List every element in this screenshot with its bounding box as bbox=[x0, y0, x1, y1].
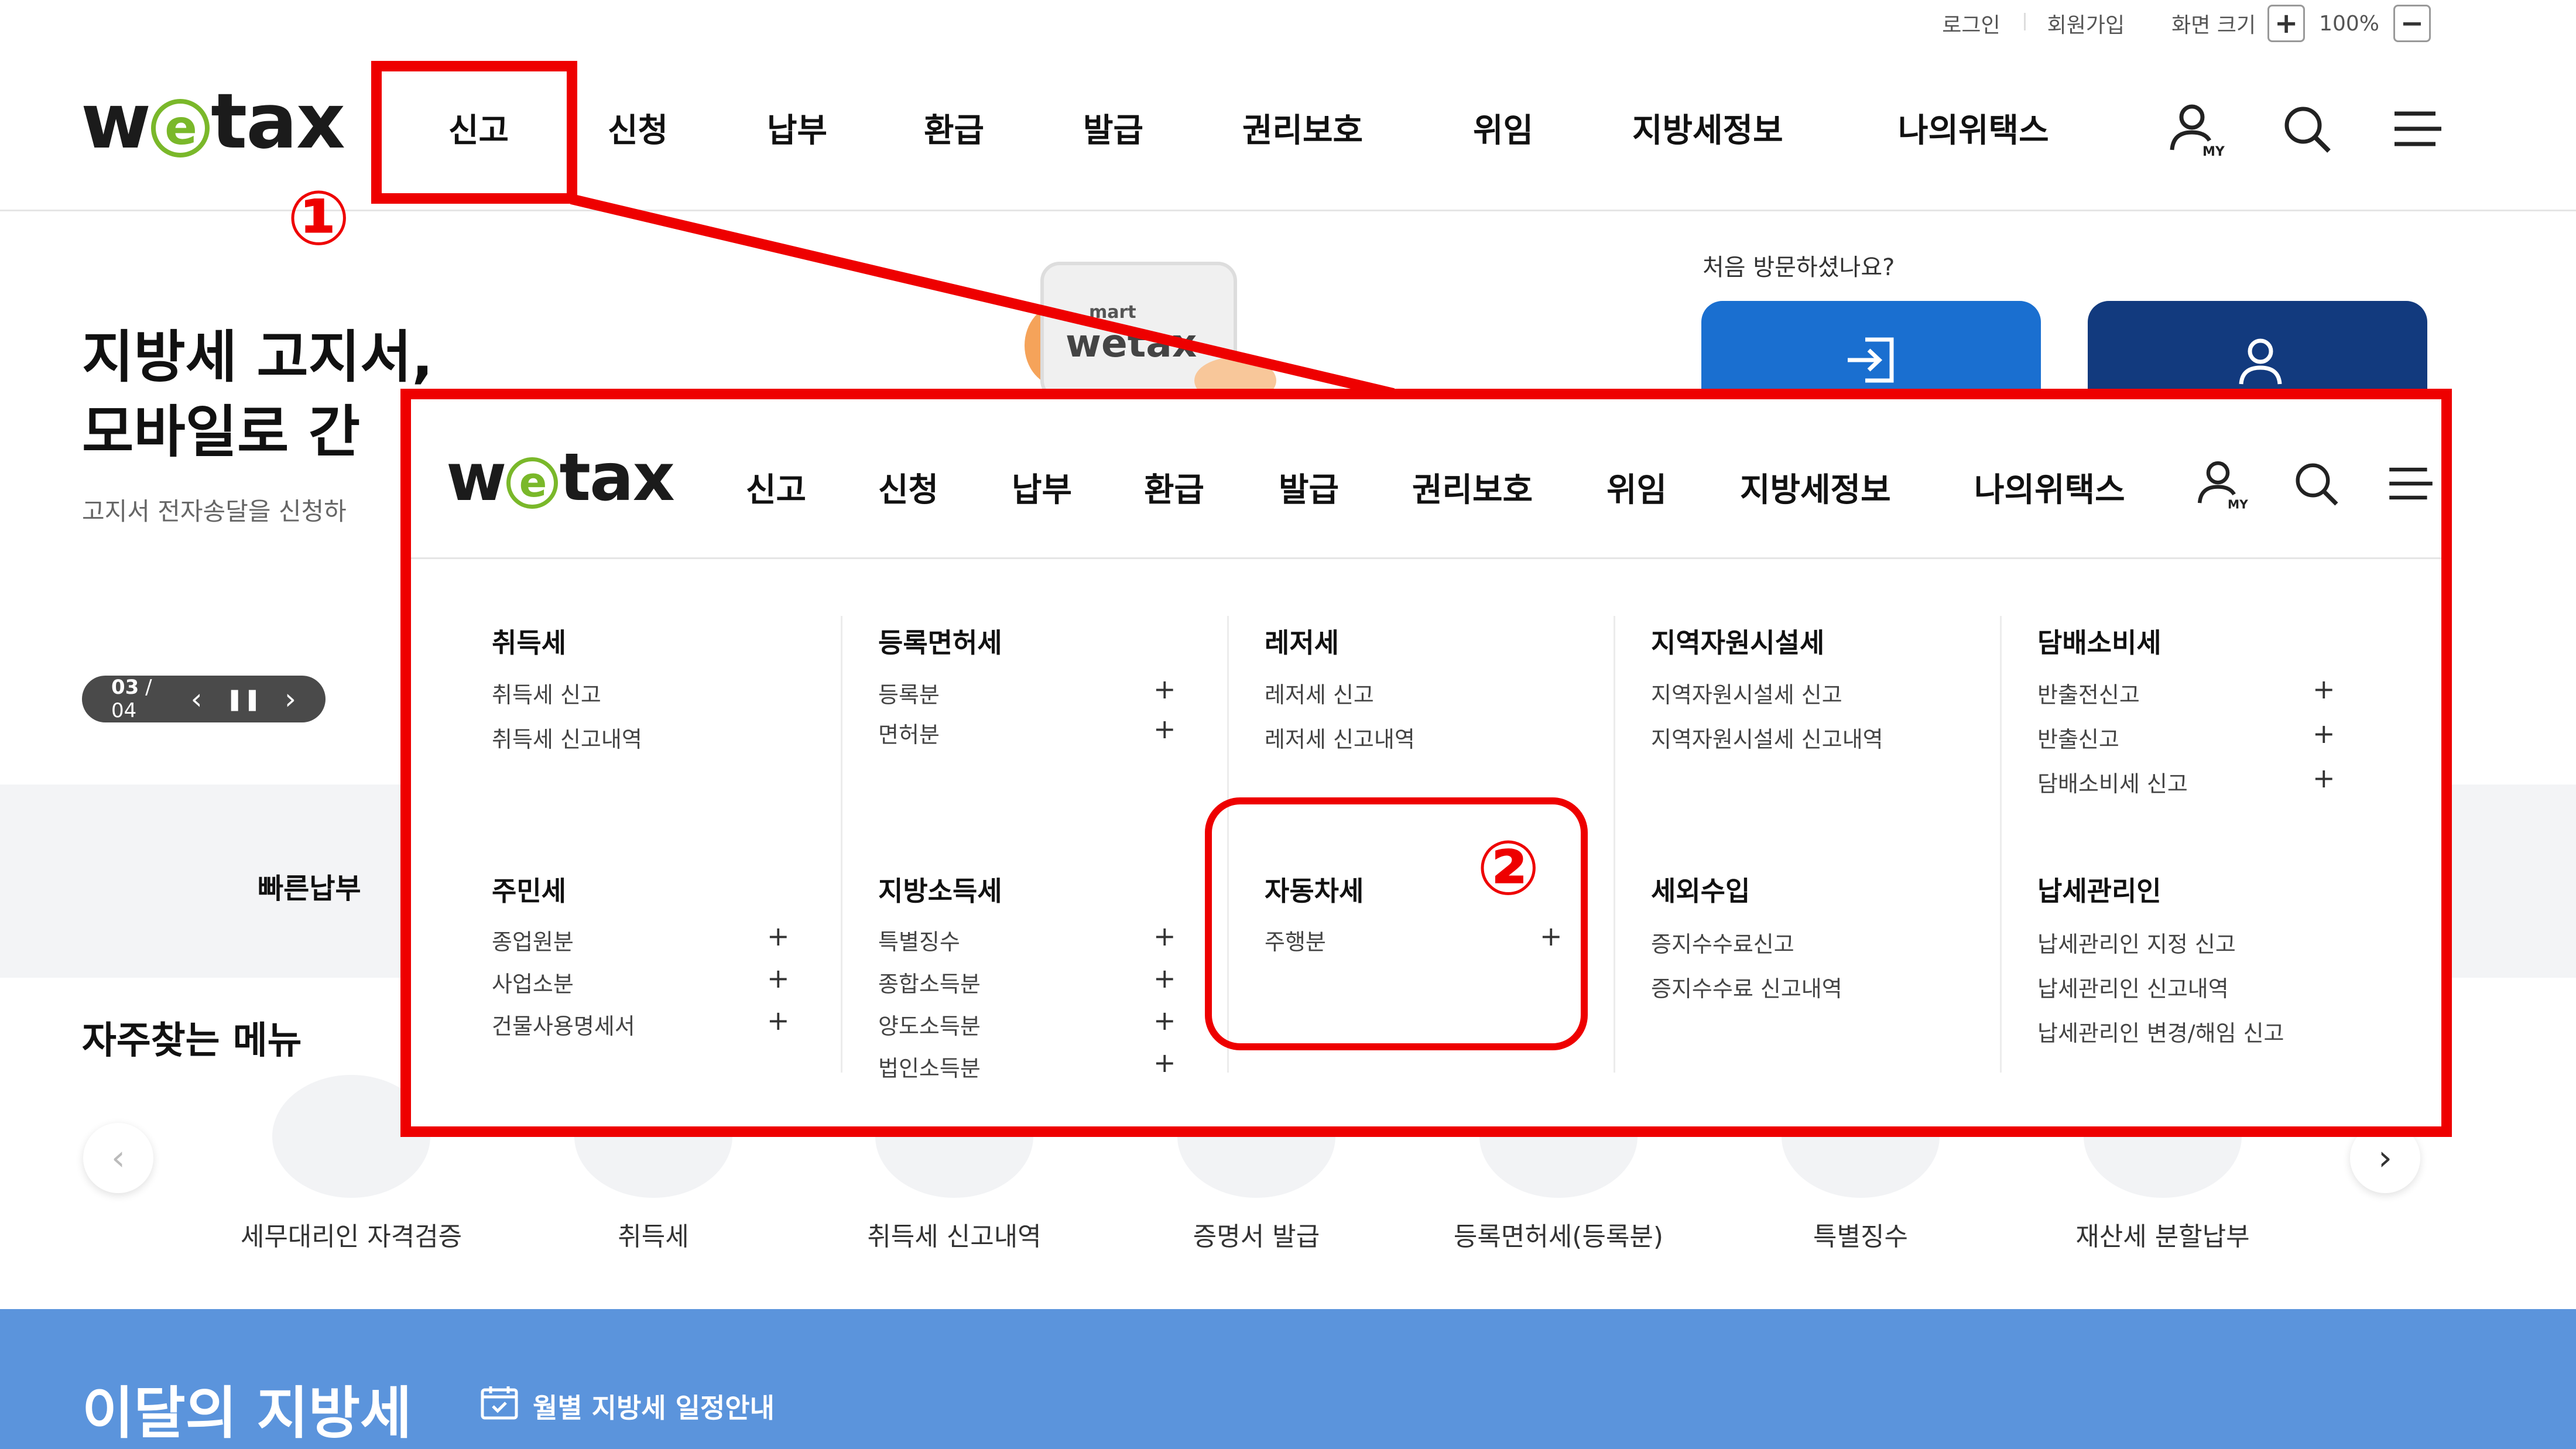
menu-item[interactable]: 취득세 신고 bbox=[492, 677, 601, 709]
column-divider bbox=[1614, 616, 1615, 1073]
menu-item[interactable]: 납세관리인 신고내역 bbox=[2037, 971, 2229, 1003]
menu-item[interactable]: 담배소비세 신고 bbox=[2037, 766, 2188, 798]
popup-nav-issue[interactable]: 발급 bbox=[1279, 464, 1339, 511]
menu-item[interactable]: 증지수수료 신고내역 bbox=[1651, 971, 1842, 1003]
expand-plus-icon[interactable]: + bbox=[1153, 713, 1176, 745]
group-title-registration-license-tax[interactable]: 등록면허세 bbox=[878, 622, 1002, 660]
column-divider bbox=[841, 616, 842, 1073]
menu-item[interactable]: 반출신고 bbox=[2037, 721, 2119, 753]
menu-item[interactable]: 면허분 bbox=[878, 717, 940, 749]
expand-plus-icon[interactable]: + bbox=[2313, 718, 2335, 749]
menu-item[interactable]: 양도소득분 bbox=[878, 1008, 981, 1040]
popup-nav-delegation[interactable]: 위임 bbox=[1606, 464, 1667, 511]
group-title-regional-resource-tax[interactable]: 지역자원시설세 bbox=[1651, 622, 1824, 660]
menu-item[interactable]: 특별징수 bbox=[878, 924, 960, 956]
annotation-box-report bbox=[371, 61, 577, 204]
menu-item[interactable]: 종업원분 bbox=[492, 924, 574, 956]
menu-item[interactable]: 증지수수료신고 bbox=[1651, 926, 1794, 958]
svg-text:MY: MY bbox=[2228, 497, 2248, 511]
menu-item[interactable]: 레저세 신고내역 bbox=[1265, 721, 1415, 753]
menu-item[interactable]: 지역자원시설세 신고내역 bbox=[1651, 721, 1883, 753]
group-title-tax-administrator[interactable]: 납세관리인 bbox=[2037, 870, 2161, 909]
group-title-non-tax-revenue[interactable]: 세외수입 bbox=[1651, 870, 1750, 909]
popup-nav-pay[interactable]: 납부 bbox=[1012, 464, 1072, 511]
popup-wetax-logo[interactable]: w e tax bbox=[446, 445, 675, 511]
expand-plus-icon[interactable]: + bbox=[1153, 673, 1176, 705]
menu-item[interactable]: 종합소득분 bbox=[878, 966, 981, 998]
popup-nav-local-tax-info[interactable]: 지방세정보 bbox=[1740, 464, 1891, 511]
popup-nav-rights[interactable]: 권리보호 bbox=[1412, 464, 1533, 511]
popup-nav-my-wetax[interactable]: 나의위택스 bbox=[1974, 464, 2125, 511]
popup-header-divider bbox=[411, 557, 2441, 559]
annotation-number-2: ② bbox=[1477, 825, 1540, 912]
menu-item[interactable]: 레저세 신고 bbox=[1265, 677, 1374, 709]
menu-item[interactable]: 지역자원시설세 신고 bbox=[1651, 677, 1842, 709]
menu-item[interactable]: 납세관리인 변경/해임 신고 bbox=[2037, 1015, 2284, 1047]
popup-nav-apply[interactable]: 신청 bbox=[878, 464, 938, 511]
expand-plus-icon[interactable]: + bbox=[2313, 762, 2335, 794]
expand-plus-icon[interactable]: + bbox=[1153, 1047, 1176, 1078]
popup-search-icon[interactable] bbox=[2289, 457, 2343, 513]
expand-plus-icon[interactable]: + bbox=[1153, 1005, 1176, 1036]
menu-item[interactable]: 납세관리인 지정 신고 bbox=[2037, 926, 2236, 958]
popup-header-icons: MY bbox=[2194, 457, 2438, 513]
menu-item[interactable]: 취득세 신고내역 bbox=[492, 721, 642, 753]
group-title-leisure-tax[interactable]: 레저세 bbox=[1265, 622, 1339, 660]
expand-plus-icon[interactable]: + bbox=[1153, 920, 1176, 952]
expand-plus-icon[interactable]: + bbox=[2313, 673, 2335, 705]
menu-item[interactable]: 반출전신고 bbox=[2037, 677, 2140, 709]
menu-item[interactable]: 사업소분 bbox=[492, 966, 574, 998]
popup-nav-refund[interactable]: 환급 bbox=[1144, 464, 1204, 511]
popup-logo-e-mark: e bbox=[506, 457, 559, 509]
group-title-acquisition-tax[interactable]: 취득세 bbox=[492, 622, 566, 660]
group-title-resident-tax[interactable]: 주민세 bbox=[492, 870, 566, 909]
group-title-tobacco-tax[interactable]: 담배소비세 bbox=[2037, 622, 2161, 660]
expand-plus-icon[interactable]: + bbox=[1153, 962, 1176, 994]
expand-plus-icon[interactable]: + bbox=[767, 962, 790, 994]
menu-item[interactable]: 등록분 bbox=[878, 677, 940, 709]
expand-plus-icon[interactable]: + bbox=[767, 920, 790, 952]
popup-nav-report[interactable]: 신고 bbox=[746, 464, 806, 511]
popup-hamburger-menu-icon[interactable] bbox=[2384, 457, 2438, 513]
expand-plus-icon[interactable]: + bbox=[767, 1005, 790, 1036]
column-divider bbox=[2000, 616, 2002, 1073]
menu-item[interactable]: 법인소득분 bbox=[878, 1050, 981, 1083]
menu-item[interactable]: 건물사용명세서 bbox=[492, 1008, 635, 1040]
annotation-number-1: ① bbox=[287, 175, 351, 262]
popup-my-user-icon[interactable]: MY bbox=[2194, 457, 2248, 513]
group-title-local-income-tax[interactable]: 지방소득세 bbox=[878, 870, 1002, 909]
